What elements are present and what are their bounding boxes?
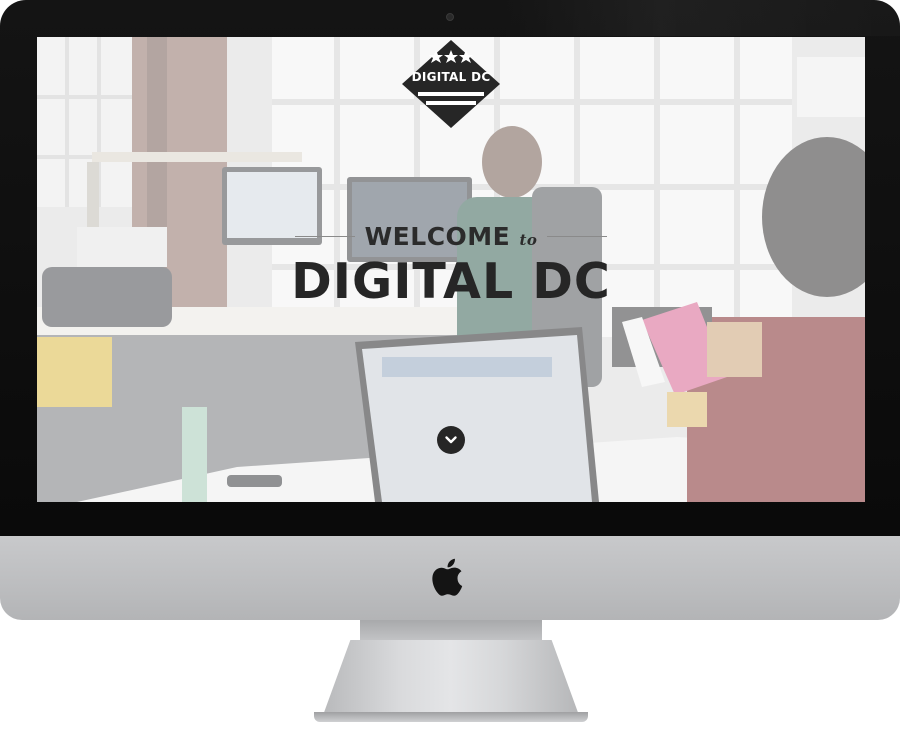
welcome-connector: to [519,230,538,249]
monitor-stand [322,640,580,718]
chevron-down-icon [445,436,457,444]
welcome-word: WELCOME [364,221,511,251]
apple-logo [432,558,463,596]
left-divider [295,235,355,237]
scroll-down-button[interactable] [437,426,465,454]
website-screen: DIGITAL DC WELCOME to DIGITAL DC [37,37,865,502]
welcome-text: WELCOME to [365,222,538,251]
bezel-reflection [500,0,900,36]
diamond-stars-stripes-logo[interactable] [396,40,506,130]
stand-foot [314,712,588,722]
camera-icon [446,13,454,21]
welcome-heading: WELCOME to [295,222,608,251]
right-divider [547,235,608,237]
hero-headline: DIGITAL DC [291,253,611,310]
stand-neck [360,620,542,642]
logo-text: DIGITAL DC [411,70,491,84]
